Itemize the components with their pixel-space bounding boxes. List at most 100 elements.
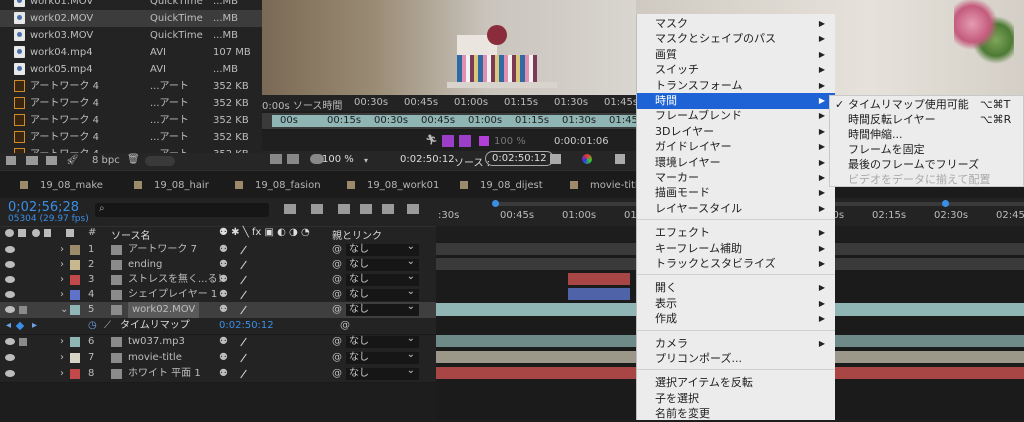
pickwhip-icon[interactable]: @ (332, 302, 342, 318)
new-composition-icon[interactable] (46, 156, 57, 165)
menu-item[interactable]: マスク ▶ (637, 16, 835, 32)
eye-icon[interactable] (5, 338, 15, 345)
bpc-label[interactable]: 8 bpc (92, 155, 120, 166)
submenu-item[interactable]: ✓ タイムリマップ使用可能 ⌥⌘T (830, 97, 1024, 113)
layer-row[interactable]: › 8 ホワイト 平面 1 ⚉ @ なし (0, 365, 436, 383)
region-icon[interactable] (615, 154, 625, 164)
running-man-icon[interactable]: 🏃︎ (425, 135, 438, 146)
quality-switch-icon[interactable] (240, 260, 247, 270)
viewer-clip-bar[interactable]: 00s 00:15s 00:30s 00:45s 01:00s 01:15s 01:30s 0… (272, 115, 643, 127)
project-item[interactable]: work05.mp4 AVI ...MB (0, 61, 262, 78)
ripple-edit-icon[interactable] (459, 135, 471, 147)
source-name-header[interactable]: ソース名 (111, 227, 151, 242)
pickwhip-icon[interactable]: @ (332, 334, 342, 350)
color-swatch[interactable] (479, 136, 489, 146)
project-item[interactable]: アートワーク 4 ...アート 352 KB (0, 95, 262, 112)
menu-item[interactable]: トランスフォーム ▶ (637, 78, 835, 94)
pickwhip-icon[interactable]: @ (332, 272, 342, 288)
parent-dropdown[interactable]: なし (346, 301, 419, 316)
quality-switch-icon[interactable] (240, 369, 247, 379)
menu-item[interactable]: 画質 ▶ (637, 47, 835, 63)
shy-switch-icon[interactable]: ⚉ (219, 272, 228, 288)
keyframe-prev-icon[interactable]: ◂ (6, 318, 11, 334)
menu-item[interactable]: フレームブレンド ▶ (637, 108, 835, 124)
menu-item[interactable]: 環境レイヤー ▶ (637, 155, 835, 171)
expand-chevron-icon[interactable]: › (60, 350, 64, 366)
menu-item[interactable]: マーカー ▶ (637, 170, 835, 186)
submenu-item[interactable]: 時間伸縮... (830, 127, 1024, 143)
stopwatch-icon[interactable]: ◷ (88, 318, 97, 334)
eye-icon[interactable] (5, 354, 15, 361)
project-item[interactable]: work01.MOV QuickTime ...MB (0, 0, 262, 10)
vr-icon[interactable] (287, 154, 299, 164)
label-color-swatch[interactable] (70, 369, 80, 379)
comp-mini-flowchart-icon[interactable] (284, 204, 296, 214)
parent-dropdown[interactable]: なし (346, 365, 419, 380)
submenu-item[interactable]: フレームを固定 (830, 142, 1024, 158)
parent-dropdown[interactable]: なし (346, 349, 419, 364)
layer-row[interactable]: › 6 tw037.mp3 ⚉ @ なし (0, 333, 436, 351)
frame-blending-icon[interactable] (360, 204, 372, 214)
always-preview-icon[interactable] (270, 154, 282, 164)
menu-item[interactable]: 作成 ▶ (637, 311, 835, 327)
pickwhip-icon[interactable]: @ (332, 257, 342, 273)
menu-item[interactable]: エフェクト ▶ (637, 225, 835, 241)
zoom-dropdown-icon[interactable]: ▾ (364, 156, 368, 165)
keyframe-next-icon[interactable]: ▸ (32, 318, 37, 334)
expand-chevron-icon[interactable]: › (60, 287, 64, 303)
source-time-display[interactable]: 0:02:50:12 (485, 151, 554, 166)
graph-editor-icon[interactable] (407, 204, 419, 214)
speaker-icon[interactable] (19, 338, 27, 346)
keyframe-add-icon[interactable] (15, 321, 25, 331)
layer-bar-4[interactable] (568, 288, 630, 300)
layer-name[interactable]: movie-title (128, 350, 182, 366)
interpret-footage-icon[interactable] (6, 156, 16, 165)
expand-chevron-icon[interactable]: › (60, 242, 64, 258)
layer-name[interactable]: ending (128, 257, 162, 273)
project-item[interactable]: work04.mp4 AVI 107 MB (0, 44, 262, 61)
quality-switch-icon[interactable] (240, 290, 247, 300)
work-area-end-handle[interactable] (942, 200, 949, 207)
quality-switch-icon[interactable] (240, 353, 247, 363)
project-item[interactable]: work03.MOV QuickTime ...MB (0, 27, 262, 44)
pickwhip-icon[interactable]: @ (332, 366, 342, 382)
label-color-swatch[interactable] (70, 290, 80, 300)
label-color-swatch[interactable] (70, 337, 80, 347)
expand-chevron-icon[interactable]: › (60, 334, 64, 350)
menu-item[interactable]: マスクとシェイプのパス ▶ (637, 31, 835, 47)
expand-chevron-icon[interactable]: › (60, 257, 64, 273)
project-item[interactable]: アートワーク 4 ...アート 352 KB (0, 112, 262, 129)
layer-name[interactable]: アートワーク 7 (128, 242, 197, 258)
parent-dropdown[interactable]: なし (346, 333, 419, 348)
menu-item[interactable]: キーフレーム補助 ▶ (637, 241, 835, 257)
eye-icon[interactable] (5, 370, 15, 377)
pickwhip-icon[interactable]: @ (340, 318, 350, 334)
zoom-select[interactable]: 100 % (322, 154, 354, 165)
project-item[interactable]: work02.MOV QuickTime ...MB (0, 10, 262, 27)
pickwhip-icon[interactable]: @ (332, 287, 342, 303)
menu-item[interactable]: プリコンポーズ... (637, 351, 835, 367)
menu-item[interactable]: カメラ ▶ (637, 336, 835, 352)
menu-item[interactable]: スイッチ ▶ (637, 62, 835, 78)
trash-icon[interactable]: 🗑︎ (127, 154, 140, 165)
project-item[interactable]: アートワーク 4 ...アート 352 KB (0, 78, 262, 95)
draft-3d-icon[interactable] (311, 204, 323, 214)
tab-movie-title[interactable]: movie-title (570, 179, 644, 193)
thumbnail-slider[interactable] (145, 156, 175, 166)
current-timecode[interactable]: 0;02;56;28 (8, 200, 79, 215)
submenu-item[interactable]: 最後のフレームでフリーズ (830, 157, 1024, 173)
layer-bar-3[interactable] (568, 273, 630, 285)
new-folder-icon[interactable] (26, 156, 38, 165)
eye-icon[interactable] (5, 276, 15, 283)
motion-blur-icon[interactable] (382, 204, 394, 214)
shy-switch-icon[interactable]: ⚉ (219, 287, 228, 303)
label-color-swatch[interactable] (70, 245, 80, 255)
shy-switch-icon[interactable]: ⚉ (219, 302, 228, 318)
layer-name[interactable]: tw037.mp3 (128, 334, 185, 350)
expand-chevron-icon[interactable]: ⌄ (60, 302, 68, 318)
layer-search-input[interactable]: ⌕ (95, 203, 269, 217)
submenu-item[interactable]: 時間反転レイヤー ⌥⌘R (830, 112, 1024, 128)
shy-switch-icon[interactable]: ⚉ (219, 366, 228, 382)
shy-switch-icon[interactable]: ⚉ (219, 257, 228, 273)
hide-shy-layers-icon[interactable] (338, 204, 350, 214)
